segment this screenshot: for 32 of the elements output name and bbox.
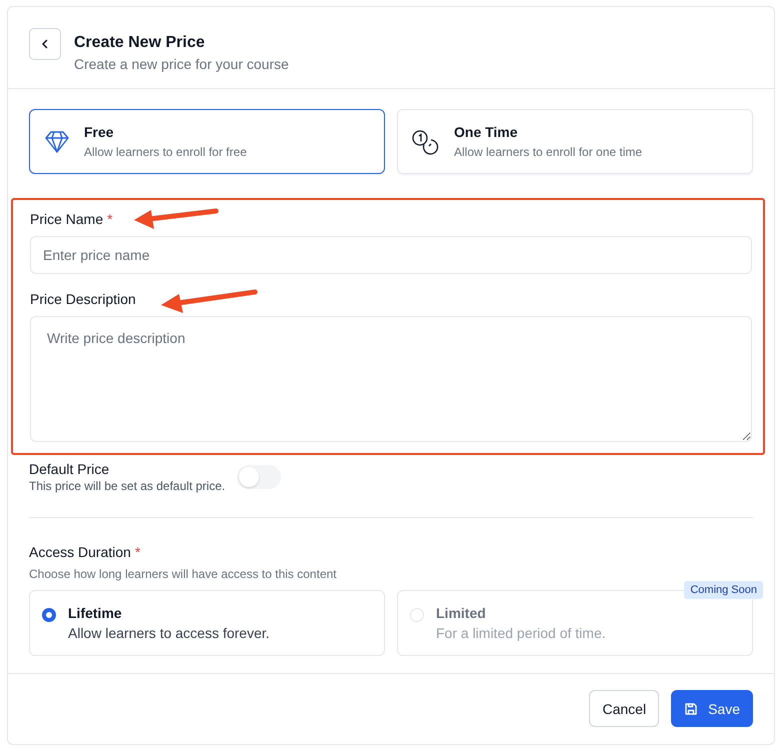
save-icon: [684, 702, 698, 716]
option-title: Limited: [436, 605, 487, 621]
duration-option-card[interactable]: Lifetime Allow learners to access forever.: [29, 590, 385, 656]
cancel-button[interactable]: Cancel: [589, 690, 660, 727]
coming-soon-badge: Coming Soon: [684, 581, 763, 599]
field-label: Price Name: [30, 211, 104, 227]
default-price-label: Default Price: [29, 461, 110, 477]
price-type-card[interactable]: One Time Allow learners to enroll for one time: [397, 109, 753, 174]
option-description: For a limited period of time.: [436, 625, 606, 641]
save-button[interactable]: Save: [671, 690, 753, 727]
coins-icon: [412, 128, 440, 154]
default-price-hint: This price will be set as default price.: [29, 479, 226, 493]
price-type-card[interactable]: Free Allow learners to enroll for free: [29, 109, 385, 174]
back-button[interactable]: [29, 28, 61, 60]
price-type-description: Allow learners to enroll for free: [84, 145, 247, 159]
price-type-description: Allow learners to enroll for one time: [454, 145, 642, 159]
diamond-icon: [44, 130, 70, 154]
page-title: Create New Price: [74, 33, 206, 53]
option-title: Lifetime: [68, 605, 123, 621]
radio-button[interactable]: [42, 608, 56, 622]
option-description: Allow learners to access forever.: [68, 625, 270, 641]
required-mark: *: [134, 544, 140, 560]
page-subtitle: Create a new price for your course: [74, 56, 289, 72]
required-mark: *: [107, 211, 113, 227]
access-duration-hint: Choose how long learners will have access to this content: [29, 567, 338, 581]
price-type-title: One Time: [454, 124, 519, 140]
price-description-field[interactable]: Write price description: [30, 316, 752, 442]
default-price-toggle[interactable]: [237, 465, 282, 489]
field-label: Price Description: [30, 291, 136, 307]
price-name-field[interactable]: Enter price name: [30, 236, 752, 274]
access-duration-label: Access Duration: [29, 544, 131, 560]
price-type-title: Free: [84, 124, 115, 140]
